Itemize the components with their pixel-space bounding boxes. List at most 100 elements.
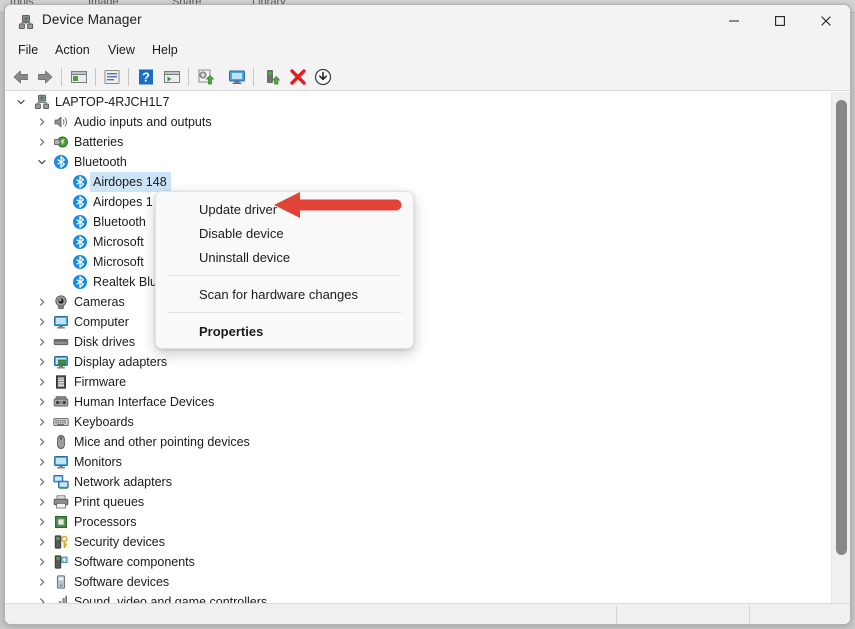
tree-row-display-adapters[interactable]: Display adapters (5, 352, 831, 372)
tree-row-print-queues[interactable]: Print queues (5, 492, 831, 512)
maximize-button[interactable] (757, 5, 803, 37)
chevron-right-icon[interactable] (36, 476, 48, 488)
tree-label-human-interface-devices: Human Interface Devices (74, 395, 215, 409)
menu-bar: File Action View Help (5, 38, 850, 63)
tree-label-processors: Processors (74, 515, 137, 529)
speaker-icon (53, 114, 69, 130)
context-menu-item-scan-for-hardware-changes[interactable]: Scan for hardware changes (156, 282, 413, 306)
minimize-button[interactable] (711, 5, 757, 37)
tree-row-software-devices[interactable]: Software devices (5, 572, 831, 592)
tree-label-disk-drives: Disk drives (74, 335, 136, 349)
tree-row-cameras[interactable]: Cameras (5, 292, 831, 312)
tree-row-airdopes-1[interactable]: Airdopes 1 (5, 192, 831, 212)
chevron-down-icon[interactable] (15, 96, 27, 108)
chevron-right-icon[interactable] (36, 296, 48, 308)
tree-row-network-adapters[interactable]: Network adapters (5, 472, 831, 492)
tree-label-root: LAPTOP-4RJCH1L7 (55, 95, 170, 109)
computer-icon (34, 94, 50, 110)
chevron-right-icon[interactable] (36, 516, 48, 528)
tree-row-audio-inputs-and-outputs[interactable]: Audio inputs and outputs (5, 112, 831, 132)
toolbar: ? (5, 63, 850, 91)
chevron-down-icon[interactable] (36, 156, 48, 168)
uninstall-device-icon[interactable] (288, 67, 308, 87)
tree-row-mice-and-other-pointing-devices[interactable]: Mice and other pointing devices (5, 432, 831, 452)
tree-label-firmware: Firmware (74, 375, 127, 389)
tree-row-firmware[interactable]: Firmware (5, 372, 831, 392)
tree-row-root[interactable]: LAPTOP-4RJCH1L7 (5, 92, 831, 112)
monitor-icon (53, 454, 69, 470)
status-bar-divider (749, 606, 750, 624)
camera-icon (53, 294, 69, 310)
context-menu: Update driver Disable device Uninstall d… (155, 191, 414, 349)
tree-row-security-devices[interactable]: Security devices (5, 532, 831, 552)
tree-row-microsoft-1[interactable]: Microsoft (5, 232, 831, 252)
chevron-right-icon[interactable] (36, 336, 48, 348)
scan-for-hardware-changes-icon[interactable] (196, 67, 216, 87)
software-component-icon (53, 554, 69, 570)
display-device-by-connection-icon[interactable] (227, 67, 247, 87)
chevron-right-icon[interactable] (36, 556, 48, 568)
properties-icon[interactable] (102, 67, 122, 87)
tree-row-keyboards[interactable]: Keyboards (5, 412, 831, 432)
tree-row-human-interface-devices[interactable]: Human Interface Devices (5, 392, 831, 412)
status-bar (5, 603, 850, 624)
tree-row-bluetooth-device[interactable]: Bluetooth (5, 212, 831, 232)
forward-icon[interactable] (35, 67, 55, 87)
chevron-right-icon[interactable] (36, 536, 48, 548)
battery-icon (53, 134, 69, 150)
tree-row-processors[interactable]: Processors (5, 512, 831, 532)
toolbar-separator (188, 68, 189, 86)
tree-row-realtek-bluetooth[interactable]: Realtek Blu (5, 272, 831, 292)
menu-action[interactable]: Action (51, 41, 94, 59)
toolbar-separator (61, 68, 62, 86)
chevron-right-icon[interactable] (36, 396, 48, 408)
tree-row-bluetooth[interactable]: Bluetooth (5, 152, 831, 172)
menu-help[interactable]: Help (148, 41, 182, 59)
chevron-right-icon[interactable] (36, 136, 48, 148)
title-bar: Device Manager (5, 5, 850, 38)
menu-view[interactable]: View (104, 41, 139, 59)
bluetooth-device-icon (72, 274, 88, 290)
back-icon[interactable] (11, 67, 31, 87)
device-manager-icon (18, 14, 34, 30)
chevron-right-icon[interactable] (36, 356, 48, 368)
scrollbar-thumb[interactable] (836, 100, 847, 555)
chevron-right-icon[interactable] (36, 376, 48, 388)
chevron-right-icon[interactable] (36, 416, 48, 428)
help-icon[interactable]: ? (136, 67, 156, 87)
chevron-right-icon[interactable] (36, 436, 48, 448)
processor-icon (53, 514, 69, 530)
download-icon[interactable] (313, 67, 333, 87)
tree-row-airdopes-148[interactable]: Airdopes 148 (5, 172, 831, 192)
status-bar-divider (616, 606, 617, 624)
tree-label-security-devices: Security devices (74, 535, 166, 549)
context-menu-item-uninstall-device[interactable]: Uninstall device (156, 245, 413, 269)
menu-file[interactable]: File (14, 41, 42, 59)
window-title: Device Manager (42, 12, 142, 27)
tree-row-computer[interactable]: Computer (5, 312, 831, 332)
chevron-right-icon[interactable] (36, 316, 48, 328)
tree-row-batteries[interactable]: Batteries (5, 132, 831, 152)
show-hide-console-tree-icon[interactable] (69, 67, 89, 87)
context-menu-item-disable-device[interactable]: Disable device (156, 221, 413, 245)
network-icon (53, 474, 69, 490)
context-menu-item-update-driver[interactable]: Update driver (156, 197, 413, 221)
vertical-scrollbar[interactable] (831, 92, 850, 604)
close-button[interactable] (803, 5, 849, 37)
context-menu-item-properties[interactable]: Properties (156, 319, 413, 343)
tree-label-software-components: Software components (74, 555, 195, 569)
keyboard-icon (53, 414, 69, 430)
bluetooth-icon (53, 154, 69, 170)
update-driver-software-icon[interactable] (162, 67, 182, 87)
device-tree-pane[interactable]: LAPTOP-4RJCH1L7 Audio inputs and outputs (5, 92, 850, 604)
tree-label-network-adapters: Network adapters (74, 475, 172, 489)
tree-row-software-components[interactable]: Software components (5, 552, 831, 572)
enable-device-icon[interactable] (263, 67, 283, 87)
chevron-right-icon[interactable] (36, 496, 48, 508)
chevron-right-icon[interactable] (36, 576, 48, 588)
tree-row-microsoft-2[interactable]: Microsoft (5, 252, 831, 272)
tree-row-disk-drives[interactable]: Disk drives (5, 332, 831, 352)
tree-row-monitors[interactable]: Monitors (5, 452, 831, 472)
chevron-right-icon[interactable] (36, 456, 48, 468)
chevron-right-icon[interactable] (36, 116, 48, 128)
